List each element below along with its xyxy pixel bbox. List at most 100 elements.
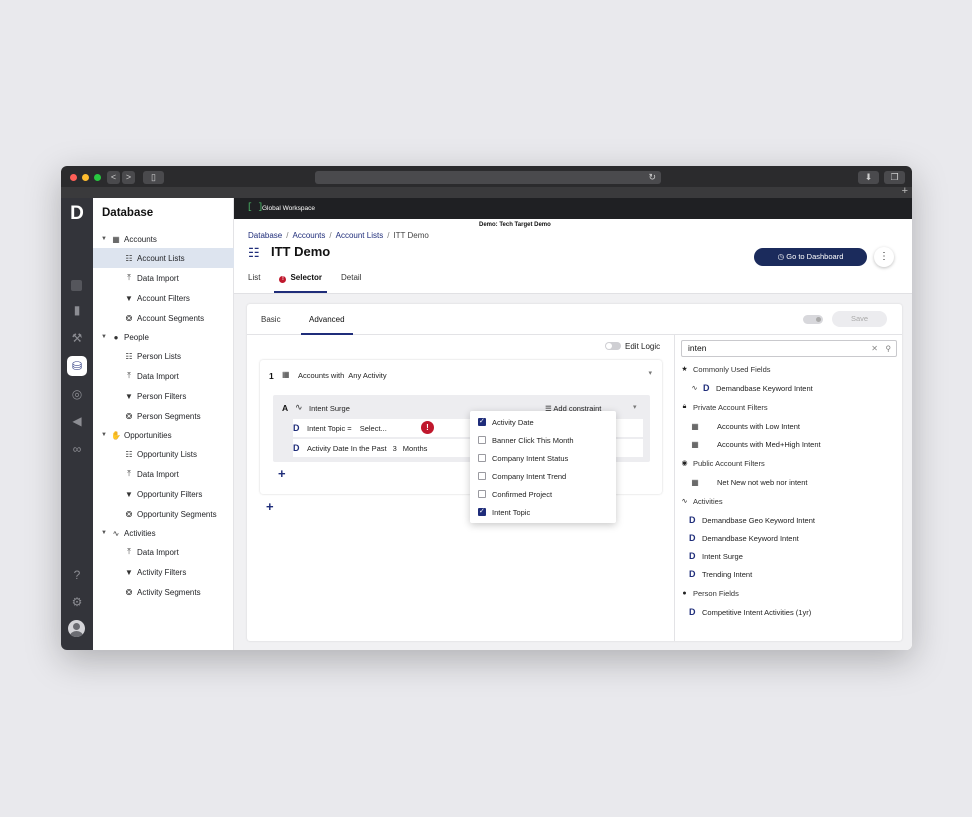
preview-toggle[interactable]	[803, 315, 823, 324]
nav-section-label: People	[124, 332, 149, 342]
nav-item-opportunity-filters[interactable]: ▼ Opportunity Filters	[93, 484, 234, 504]
address-bar[interactable]: ↻	[315, 171, 661, 184]
minimize-window-button[interactable]	[82, 174, 89, 181]
field-item[interactable]: D Competitive Intent Activities (1yr)	[675, 603, 902, 621]
constraint-option[interactable]: Activity Date	[470, 413, 616, 431]
field-item[interactable]: ▦ Accounts with Low Intent	[675, 417, 902, 435]
nav-item-activity-filters[interactable]: ▼ Activity Filters	[93, 562, 234, 582]
field-search-input[interactable]: inten ✕ ⚲	[681, 340, 897, 357]
field-group-label: Private Account Filters	[693, 402, 768, 412]
nav-item-person-filters[interactable]: ▼ Person Filters	[93, 386, 234, 406]
months-value-input[interactable]: 3	[393, 444, 397, 453]
save-button[interactable]: Save	[832, 311, 887, 327]
nav-section-accounts[interactable]: ▼ ▦ Accounts	[93, 230, 234, 248]
nav-item-person-segments[interactable]: ❂ Person Segments	[93, 406, 234, 426]
nav-section-activities[interactable]: ▼ ∿ Activities	[93, 524, 234, 542]
nav-item-data-import[interactable]: ⤒ Data Import	[93, 542, 234, 562]
nav-item-activity-segments[interactable]: ❂ Activity Segments	[93, 582, 234, 602]
avatar-icon[interactable]	[68, 620, 85, 637]
checkbox[interactable]	[478, 472, 486, 480]
caret-down-icon[interactable]: ▼	[101, 530, 109, 536]
breadcrumb-database[interactable]: Database	[248, 231, 282, 240]
checkbox[interactable]	[478, 417, 486, 426]
target-icon[interactable]: ◎	[67, 384, 87, 404]
nav-item-account-filters[interactable]: ▼ Account Filters	[93, 288, 234, 308]
demandbase-d-icon: D	[293, 443, 300, 453]
checkbox[interactable]	[478, 436, 486, 444]
nav-item-account-lists[interactable]: ☷ Account Lists	[93, 248, 234, 268]
demandbase-logo[interactable]: D	[67, 204, 87, 224]
chevron-down-icon[interactable]: ▾	[633, 403, 637, 411]
checkbox[interactable]	[478, 454, 486, 462]
building-icon: ▦	[691, 477, 699, 487]
constraint-option[interactable]: Company Intent Trend	[470, 467, 616, 485]
constraint-option[interactable]: Confirmed Project	[470, 485, 616, 503]
download-icon[interactable]: ⬇	[858, 171, 879, 184]
field-item[interactable]: ∿ D Demandbase Keyword Intent	[675, 379, 902, 397]
nav-item-data-import[interactable]: ⤒ Data Import	[93, 268, 234, 288]
help-icon[interactable]: ?	[67, 565, 87, 585]
nav-section-people[interactable]: ▼ ● People	[93, 328, 234, 346]
checkbox[interactable]	[478, 490, 486, 498]
gear-icon[interactable]: ⚙	[67, 592, 87, 612]
subtab-basic[interactable]: Basic	[261, 315, 281, 324]
field-item[interactable]: ▦ Accounts with Med+High Intent	[675, 435, 902, 453]
constraint-option[interactable]: Banner Click This Month	[470, 431, 616, 449]
megaphone-icon[interactable]: ◀	[67, 411, 87, 431]
more-options-button[interactable]: ⋮	[874, 247, 894, 267]
edit-logic-toggle[interactable]: Edit Logic	[605, 342, 660, 351]
forward-button[interactable]: >	[122, 171, 135, 184]
checkbox[interactable]	[478, 507, 486, 516]
add-condition-button[interactable]: +	[278, 466, 286, 481]
intent-topic-select[interactable]: Select...	[360, 424, 387, 433]
nav-item-opportunity-lists[interactable]: ☷ Opportunity Lists	[93, 444, 234, 464]
nav-section-opportunities[interactable]: ▼ ✋ Opportunities	[93, 426, 234, 444]
back-button[interactable]: <	[107, 171, 120, 184]
toggle-switch[interactable]	[605, 342, 621, 350]
constraint-option[interactable]: Company Intent Status	[470, 449, 616, 467]
database-icon[interactable]: ⛁	[67, 356, 87, 376]
workspace-title[interactable]: Global Workspace	[262, 205, 315, 212]
segments-icon: ❂	[125, 587, 133, 597]
condition-letter: A	[282, 403, 289, 413]
breadcrumb-accounts[interactable]: Accounts	[292, 231, 325, 240]
tab-detail[interactable]: Detail	[341, 271, 361, 293]
handshake-icon[interactable]: ∞	[67, 439, 87, 459]
field-item[interactable]: D Intent Surge	[675, 547, 902, 565]
home-icon[interactable]	[71, 280, 82, 291]
breadcrumb-account-lists[interactable]: Account Lists	[336, 231, 384, 240]
caret-down-icon[interactable]: ▼	[101, 236, 109, 242]
tabs-overview-icon[interactable]: ❐	[884, 171, 905, 184]
subtab-advanced[interactable]: Advanced	[301, 315, 353, 335]
tab-strip: +	[61, 185, 912, 198]
chevron-down-icon[interactable]: ▾	[648, 369, 652, 377]
add-group-button[interactable]: +	[266, 499, 274, 514]
caret-down-icon[interactable]: ▼	[101, 432, 109, 438]
nav-item-data-import[interactable]: ⤒ Data Import	[93, 366, 234, 386]
field-item[interactable]: D Trending Intent	[675, 565, 902, 583]
chart-icon[interactable]: ▮	[67, 300, 87, 320]
group-scope-select[interactable]: Any Activity	[348, 371, 386, 380]
nav-item-account-segments[interactable]: ❂ Account Segments	[93, 308, 234, 328]
caret-down-icon[interactable]: ▼	[101, 334, 109, 340]
magic-wand-icon[interactable]: ⚒	[67, 328, 87, 348]
maximize-window-button[interactable]	[94, 174, 101, 181]
go-to-dashboard-button[interactable]: ◷ Go to Dashboard	[754, 248, 867, 266]
nav-item-person-lists[interactable]: ☷ Person Lists	[93, 346, 234, 366]
close-window-button[interactable]	[70, 174, 77, 181]
field-item[interactable]: D Demandbase Keyword Intent	[675, 529, 902, 547]
nav-item-label: Person Segments	[137, 411, 201, 421]
clear-icon[interactable]: ✕	[871, 341, 878, 356]
sidebar-toggle-icon[interactable]: ▯	[143, 171, 164, 184]
tab-selector[interactable]: ! Selector	[274, 271, 328, 293]
constraint-option[interactable]: Intent Topic	[470, 503, 616, 521]
tab-list[interactable]: List	[248, 271, 260, 293]
field-item[interactable]: ▦ Net New not web nor intent	[675, 473, 902, 491]
nav-item-label: Data Import	[137, 547, 179, 557]
field-item[interactable]: D Demandbase Geo Keyword Intent	[675, 511, 902, 529]
nav-item-data-import[interactable]: ⤒ Data Import	[93, 464, 234, 484]
unit-select[interactable]: Months	[403, 444, 428, 453]
reload-icon[interactable]: ↻	[648, 171, 656, 184]
nav-item-opportunity-segments[interactable]: ❂ Opportunity Segments	[93, 504, 234, 524]
new-tab-button[interactable]: +	[902, 185, 908, 197]
